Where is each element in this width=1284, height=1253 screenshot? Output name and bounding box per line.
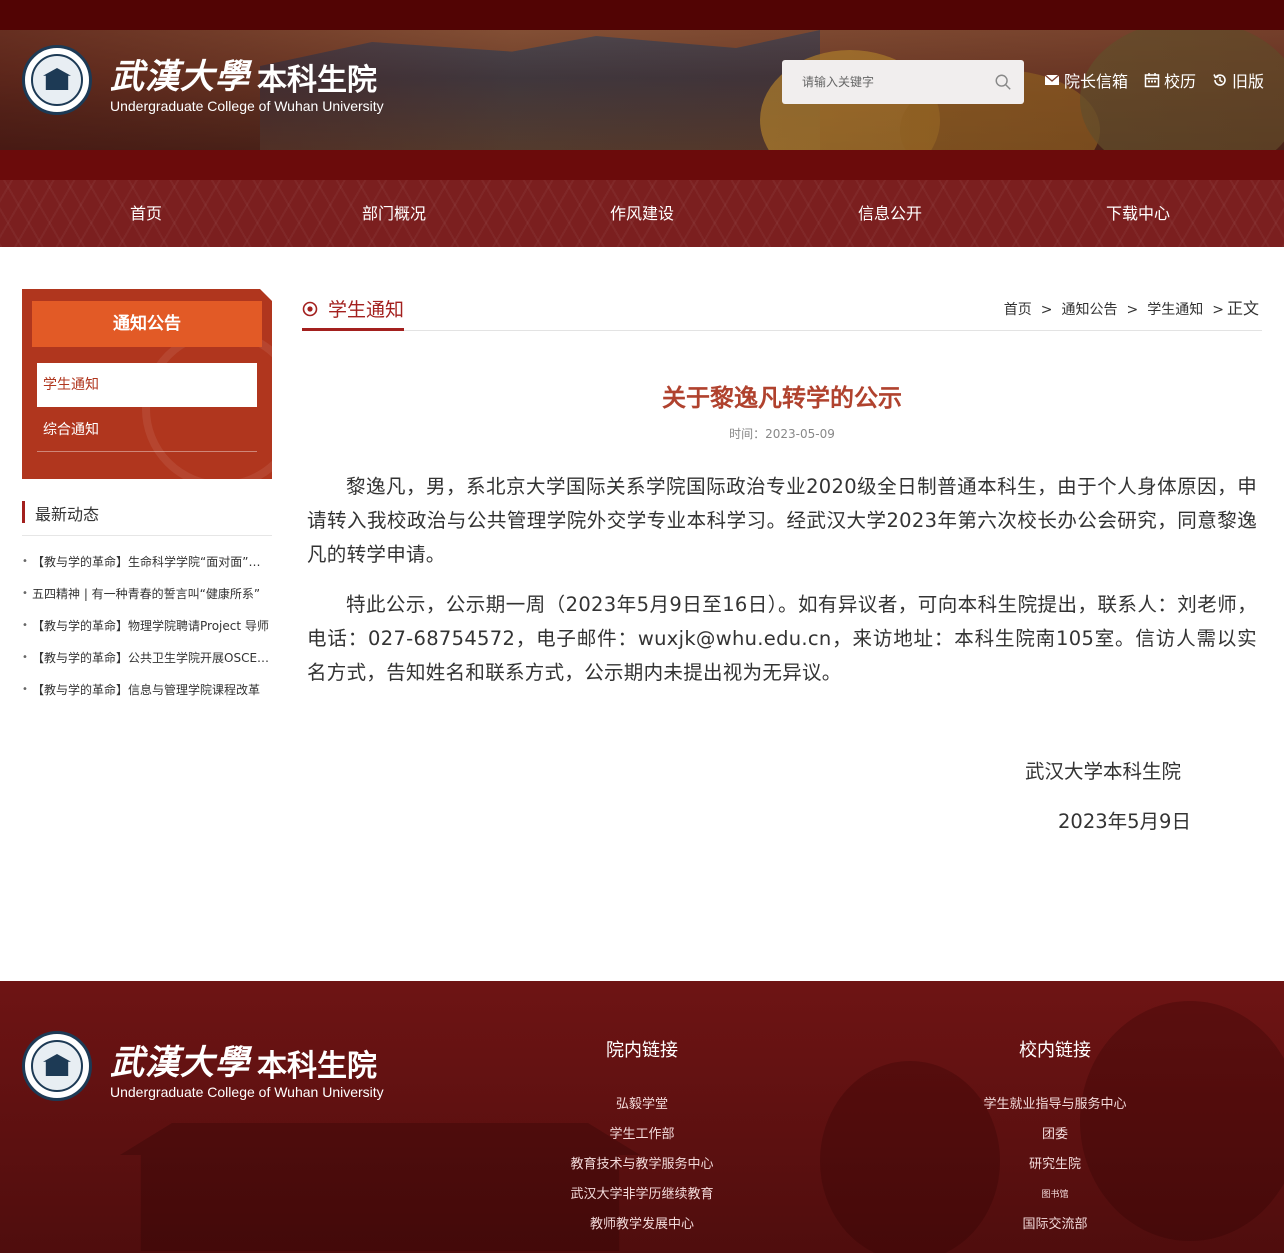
top-bar <box>0 0 1284 30</box>
article-signature: 武汉大学本科生院 <box>1025 760 1182 783</box>
list-item[interactable]: 【教与学的革命】生命科学学院“面对面”交流会 <box>22 546 272 578</box>
footer-campus-links: 校内链接 学生就业指导与服务中心 团委 研究生院 图书馆 国际交流部 <box>905 1036 1205 1240</box>
search-icon[interactable] <box>994 73 1012 91</box>
old-version-label: 旧版 <box>1232 72 1265 91</box>
article-date: 时间：2023-05-09 <box>302 425 1262 442</box>
breadcrumb-student-notices[interactable]: 学生通知 <box>1147 302 1203 318</box>
article-date-value: 2023-05-09 <box>765 427 835 441</box>
footer-logo[interactable]: 武漢大學 本科生院 Undergraduate College of Wuhan… <box>22 1031 392 1101</box>
logo-college-name: 本科生院 <box>257 1049 377 1084</box>
envelope-icon <box>1044 74 1060 85</box>
old-version-link[interactable]: 旧版 <box>1212 70 1265 91</box>
history-icon <box>1213 74 1226 86</box>
nav-item-home[interactable]: 首页 <box>130 180 162 247</box>
footer-link[interactable]: 学生工作部 <box>492 1120 792 1150</box>
logo-calligraphy: 武漢大學 <box>110 57 250 97</box>
footer-link[interactable]: 研究生院 <box>905 1150 1205 1180</box>
latest-news-header: 最新动态 <box>22 500 272 536</box>
breadcrumb-notices[interactable]: 通知公告 <box>1062 302 1118 318</box>
university-seal-icon <box>22 1031 92 1101</box>
nav-item-conduct[interactable]: 作风建设 <box>610 180 674 247</box>
breadcrumb-current: 正文 <box>1226 299 1259 318</box>
sidebar-menu: 通知公告 学生通知 综合通知 <box>22 289 272 479</box>
calendar-label: 校历 <box>1164 72 1197 91</box>
calendar-icon <box>1144 73 1160 88</box>
footer-link[interactable]: 教育技术与教学服务中心 <box>492 1150 792 1180</box>
breadcrumb-home[interactable]: 首页 <box>1004 302 1032 318</box>
footer-link[interactable]: 教师教学发展中心 <box>492 1210 792 1240</box>
footer-campus-title: 校内链接 <box>1019 1040 1091 1061</box>
article-body: 黎逸凡，男，系北京大学国际关系学院国际政治专业2020级全日制普通本科生，由于个… <box>307 470 1257 706</box>
content-header: 学生通知 首页 > 通知公告 > 学生通知 > 正文 <box>302 289 1262 331</box>
header-band <box>0 150 1284 180</box>
section-title: 学生通知 <box>302 289 405 331</box>
article-paragraph: 特此公示，公示期一周（2023年5月9日至16日）。如有异议者，可向本科生院提出… <box>307 593 1257 684</box>
search-box <box>782 60 1024 104</box>
article-paragraph: 黎逸凡，男，系北京大学国际关系学院国际政治专业2020级全日制普通本科生，由于个… <box>307 475 1257 566</box>
section-title-text: 学生通知 <box>328 299 405 321</box>
calendar-link[interactable]: 校历 <box>1144 70 1197 91</box>
logo-calligraphy: 武漢大學 <box>110 1043 250 1083</box>
sidebar-item-general-notices[interactable]: 综合通知 <box>37 408 257 452</box>
footer-link[interactable]: 学生就业指导与服务中心 <box>905 1090 1205 1120</box>
logo-college-name: 本科生院 <box>257 63 377 98</box>
breadcrumb: 首页 > 通知公告 > 学生通知 > 正文 <box>1003 299 1259 318</box>
list-item[interactable]: 【教与学的革命】公共卫生学院开展OSCE考核 <box>22 642 272 674</box>
sidebar-item-student-notices[interactable]: 学生通知 <box>37 363 257 407</box>
president-mailbox-link[interactable]: 院长信箱 <box>1044 70 1129 91</box>
article-signature-date: 2023年5月9日 <box>1058 810 1191 833</box>
footer-internal-links: 院内链接 弘毅学堂 学生工作部 教育技术与教学服务中心 武汉大学非学历继续教育 … <box>492 1036 792 1240</box>
nav-item-disclosure[interactable]: 信息公开 <box>858 180 922 247</box>
article-title: 关于黎逸凡转学的公示 <box>662 384 902 412</box>
site-footer: 武漢大學 本科生院 Undergraduate College of Wuhan… <box>0 981 1284 1253</box>
list-item[interactable]: 【教与学的革命】物理学院聘请Project 导师 <box>22 610 272 642</box>
logo-english-name: Undergraduate College of Wuhan Universit… <box>110 98 384 114</box>
target-icon <box>302 301 318 316</box>
main-nav: 首页 部门概况 作风建设 信息公开 下载中心 <box>0 180 1284 247</box>
footer-internal-title: 院内链接 <box>606 1040 678 1061</box>
footer-link[interactable]: 弘毅学堂 <box>492 1090 792 1120</box>
search-input[interactable] <box>782 60 982 104</box>
latest-news-title: 最新动态 <box>35 505 100 524</box>
footer-link[interactable]: 国际交流部 <box>905 1210 1205 1240</box>
logo-english-name: Undergraduate College of Wuhan Universit… <box>110 1084 384 1100</box>
header-links: 院长信箱 校历 旧版 <box>1044 70 1265 91</box>
footer-link[interactable]: 武汉大学非学历继续教育 <box>492 1180 792 1210</box>
site-logo[interactable]: 武漢大學 本科生院 Undergraduate College of Wuhan… <box>22 45 392 115</box>
footer-link[interactable]: 图书馆 <box>905 1180 1205 1210</box>
nav-item-overview[interactable]: 部门概况 <box>362 180 426 247</box>
latest-news-list: 【教与学的革命】生命科学学院“面对面”交流会 五四精神 | 有一种青春的誓言叫“… <box>22 546 272 706</box>
article-date-label: 时间： <box>729 427 766 441</box>
latest-news-marker <box>22 501 25 523</box>
footer-link[interactable]: 团委 <box>905 1120 1205 1150</box>
president-mailbox-label: 院长信箱 <box>1064 72 1129 91</box>
list-item[interactable]: 【教与学的革命】信息与管理学院课程改革 <box>22 674 272 706</box>
university-seal-icon <box>22 45 92 115</box>
list-item[interactable]: 五四精神 | 有一种青春的誓言叫“健康所系” <box>22 578 272 610</box>
nav-item-downloads[interactable]: 下载中心 <box>1106 180 1170 247</box>
sidebar-title: 通知公告 <box>32 301 262 347</box>
